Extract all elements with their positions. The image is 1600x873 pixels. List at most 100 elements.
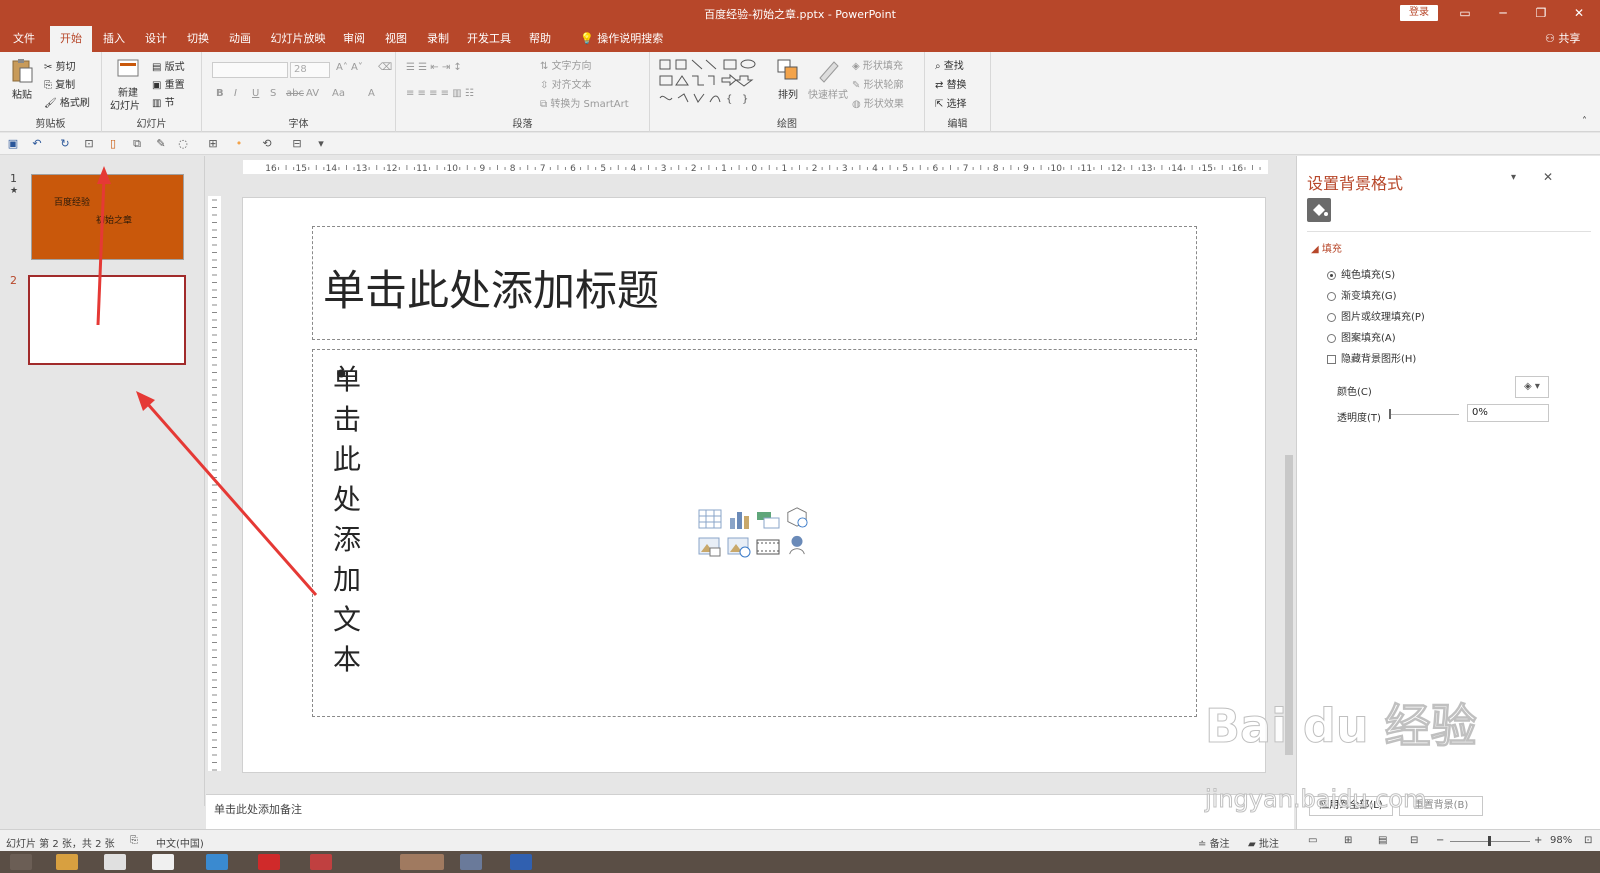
shape-outline-button[interactable]: ✎ 形状轮廓	[852, 76, 904, 91]
taskbar-app-icon[interactable]	[10, 854, 32, 870]
zoom-slider-thumb[interactable]	[1488, 836, 1491, 846]
font-color-icon[interactable]: A	[368, 88, 375, 99]
pattern-fill-radio[interactable]: 图案填充(A)	[1327, 329, 1396, 344]
taskbar-app-icon[interactable]	[56, 854, 78, 870]
new-slide-label-2[interactable]: 幻灯片	[110, 97, 140, 112]
shape-effects-button[interactable]: ◍ 形状效果	[852, 95, 904, 110]
tab-animations[interactable]: 动画	[222, 26, 258, 52]
insert-online-picture-icon[interactable]	[727, 536, 751, 558]
section-button[interactable]: ▥ 节	[152, 94, 175, 109]
insert-picture-icon[interactable]	[698, 536, 722, 558]
taskbar-app-icon[interactable]	[510, 854, 532, 870]
insert-icons-icon[interactable]	[785, 534, 809, 556]
paste-icon[interactable]	[10, 58, 34, 84]
tab-view[interactable]: 视图	[378, 26, 414, 52]
tab-record[interactable]: 录制	[420, 26, 456, 52]
slide-sorter-icon[interactable]: ⊞	[1344, 835, 1352, 846]
solid-fill-radio[interactable]: 纯色填充(S)	[1327, 266, 1395, 281]
align-text-button[interactable]: ⇳ 对齐文本	[540, 76, 592, 91]
taskbar-powerpoint-icon[interactable]	[400, 854, 444, 870]
tab-review[interactable]: 审阅	[336, 26, 372, 52]
smartart-button[interactable]: ⧉ 转换为 SmartArt	[540, 95, 629, 110]
taskbar-app-icon[interactable]	[104, 854, 126, 870]
shadow-icon[interactable]: S	[270, 88, 276, 99]
change-case-icon[interactable]: Aa	[332, 88, 345, 99]
restore-icon[interactable]: ❐	[1526, 4, 1556, 22]
slide1-thumbnail[interactable]: 百度经验 初始之章	[31, 174, 184, 260]
gradient-fill-radio[interactable]: 渐变填充(G)	[1327, 287, 1397, 302]
zoom-level[interactable]: 98%	[1550, 835, 1572, 846]
font-name-select[interactable]	[212, 62, 288, 78]
minimize-icon[interactable]: ─	[1488, 4, 1518, 22]
reading-view-icon[interactable]: ▤	[1378, 835, 1387, 846]
italic-icon[interactable]: I	[234, 88, 237, 99]
pane-options-icon[interactable]: ▾	[1511, 172, 1516, 183]
language-indicator[interactable]: 中文(中国)	[156, 835, 204, 850]
paste-button[interactable]: 粘贴	[12, 86, 32, 101]
slideshow-view-icon[interactable]: ⊟	[1410, 835, 1418, 846]
shape-fill-button[interactable]: ◈ 形状填充	[852, 57, 903, 72]
undo-icon[interactable]: ↶	[30, 137, 44, 151]
cut-button[interactable]: ✂ 剪切	[44, 58, 76, 73]
taskbar-app-icon[interactable]	[258, 854, 280, 870]
fit-to-window-icon[interactable]: ⊡	[1584, 835, 1592, 846]
align-icons[interactable]: ≡ ≡ ≡ ≡ ▥ ☷	[406, 88, 474, 99]
taskbar-app-icon[interactable]	[206, 854, 228, 870]
tab-design[interactable]: 设计	[138, 26, 174, 52]
new-slide-icon[interactable]	[116, 56, 140, 82]
insert-chart-icon[interactable]	[727, 508, 751, 530]
strikethrough-icon[interactable]: abc	[286, 88, 304, 99]
collapse-ribbon-icon[interactable]: ˄	[1582, 116, 1587, 127]
customize-qat-icon[interactable]: ▾	[314, 137, 328, 151]
align-qat-icon[interactable]: ⊞	[206, 137, 220, 151]
transparency-slider-thumb[interactable]	[1389, 409, 1391, 419]
copy-button[interactable]: ⎘ 复制	[44, 76, 75, 91]
quick-styles-icon[interactable]	[816, 58, 840, 84]
font-size-select[interactable]: 28	[290, 62, 330, 78]
bullets-icon[interactable]: ☰ ☰ ⇤ ⇥ ↕	[406, 62, 462, 73]
tab-help[interactable]: 帮助	[522, 26, 558, 52]
pane-close-icon[interactable]: ✕	[1543, 170, 1553, 184]
hide-background-checkbox[interactable]: 隐藏背景图形(H)	[1327, 350, 1416, 365]
duplicate-icon[interactable]: ⧉	[130, 137, 144, 151]
draw-icon[interactable]: ⟲	[260, 137, 274, 151]
present-icon[interactable]: ⊡	[82, 137, 96, 151]
format-painter-button[interactable]: 🖌 格式刷	[44, 94, 90, 109]
clear-format-icon[interactable]: ⌫	[378, 62, 392, 73]
tab-slideshow[interactable]: 幻灯片放映	[266, 26, 330, 52]
slide2-thumbnail[interactable]	[28, 275, 186, 365]
login-button[interactable]: 登录	[1400, 5, 1438, 21]
tab-file[interactable]: 文件	[6, 26, 42, 52]
picture-fill-radio[interactable]: 图片或纹理填充(P)	[1327, 308, 1425, 323]
insert-smartart-icon[interactable]	[756, 508, 780, 530]
comments-toggle[interactable]: ▰ 批注	[1248, 835, 1279, 850]
fill-section-header[interactable]: ◢ 填充	[1311, 240, 1342, 255]
grow-font-icon[interactable]: A˄ A˅	[336, 62, 363, 73]
bold-icon[interactable]: B	[216, 88, 224, 99]
taskbar-app-icon[interactable]	[460, 854, 482, 870]
content-placeholder[interactable]: • 单击此处添加文本	[312, 349, 1197, 717]
redo-icon[interactable]: ↻	[58, 137, 72, 151]
fill-tab-icon[interactable]	[1307, 198, 1331, 222]
zoom-out-icon[interactable]: −	[1436, 835, 1444, 846]
arrange-icon[interactable]	[776, 58, 800, 84]
comment-icon[interactable]: ✎	[154, 137, 168, 151]
quick-styles-button[interactable]: 快速样式	[808, 86, 848, 101]
insert-video-icon[interactable]	[756, 536, 780, 558]
insert-3d-model-icon[interactable]	[785, 506, 809, 528]
layout-button[interactable]: ▤ 版式	[152, 58, 185, 73]
shapes-icon[interactable]: ◌	[176, 137, 190, 151]
zoom-in-icon[interactable]: +	[1534, 835, 1542, 846]
normal-view-icon[interactable]: ▭	[1308, 835, 1317, 846]
ribbon-display-options-icon[interactable]: ▭	[1450, 4, 1480, 22]
find-button[interactable]: ⌕ 查找	[935, 57, 964, 72]
underline-icon[interactable]: U	[252, 88, 259, 99]
notes-toggle[interactable]: ≐ 备注	[1198, 835, 1230, 850]
select-button[interactable]: ⇱ 选择	[935, 95, 967, 110]
taskbar-app-icon[interactable]	[310, 854, 332, 870]
new-slide-qat-icon[interactable]: ▯	[106, 137, 120, 151]
arrange-button[interactable]: 排列	[778, 86, 798, 101]
group-icon[interactable]: ⊟	[290, 137, 304, 151]
char-spacing-icon[interactable]: AV	[306, 88, 319, 99]
dot-icon[interactable]: •	[232, 137, 246, 151]
